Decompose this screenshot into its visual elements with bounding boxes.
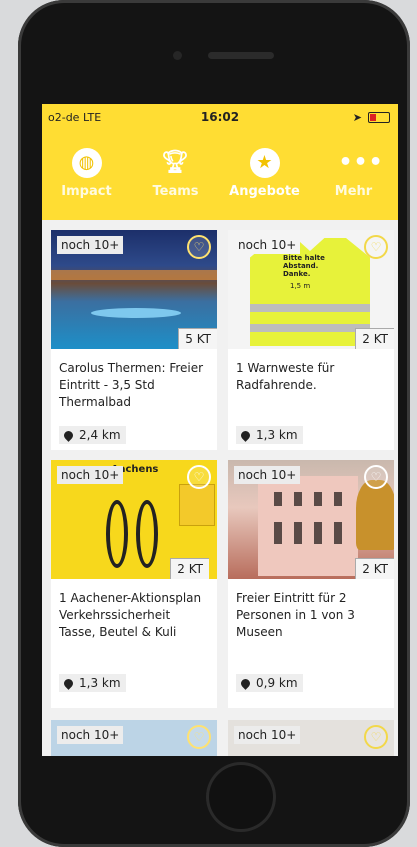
availability-badge: noch 10+ (234, 236, 301, 254)
price-badge: 2 KT (355, 328, 394, 349)
tab-label: Mehr (334, 184, 373, 199)
distance-tag: 2,4 km (59, 426, 126, 444)
app-screen: o2-de LTE 16:02 ➤ ◍ Impact 🏆︎ Teams ★ An… (42, 104, 398, 756)
vest-text: Bitte halte Abstand. Danke. (283, 254, 325, 278)
offers-grid: noch 10+ ♡ 5 KT Carolus Thermen: Freier … (42, 220, 398, 756)
price-badge: 2 KT (170, 558, 209, 579)
favorite-heart-icon[interactable]: ♡ (364, 725, 388, 749)
location-pin-icon (62, 676, 75, 690)
favorite-heart-icon[interactable]: ♡ (364, 235, 388, 259)
distance-value: 0,9 km (256, 676, 298, 690)
location-pin-icon (62, 428, 75, 442)
availability-badge: noch 10+ (57, 726, 124, 744)
tab-mehr[interactable]: ••• Mehr (309, 140, 398, 218)
offer-card[interactable]: Bitte halte Abstand. Danke. 1,5 m noch 1… (228, 230, 394, 450)
tab-angebote[interactable]: ★ Angebote (220, 140, 309, 218)
favorite-heart-icon[interactable]: ♡ (187, 725, 211, 749)
trophy-icon: 🏆︎ (161, 150, 190, 175)
offer-title: 1 Aachener-Aktionsplan Verkehrssicherhei… (59, 591, 202, 639)
distance-tag: 0,9 km (236, 674, 303, 692)
tab-impact[interactable]: ◍ Impact (42, 140, 131, 218)
location-pin-icon (239, 428, 252, 442)
earpiece-speaker (208, 52, 274, 59)
offer-card[interactable]: noch 10+ ♡ 5 KT Carolus Thermen: Freier … (51, 230, 217, 450)
offer-title: 1 Warnweste für Radfahrende. (236, 361, 335, 392)
price-badge: 5 KT (178, 328, 217, 349)
front-camera (173, 51, 182, 60)
favorite-heart-icon[interactable]: ♡ (187, 235, 211, 259)
tab-label: Angebote (229, 184, 300, 199)
distance-value: 1,3 km (79, 676, 121, 690)
tab-label: Impact (61, 184, 112, 199)
availability-badge: noch 10+ (234, 726, 301, 744)
vest-distance-text: 1,5 m (290, 282, 311, 290)
battery-icon (368, 112, 390, 123)
offer-title: Carolus Thermen: Freier Eintritt - 3,5 S… (59, 361, 204, 409)
status-bar: o2-de LTE 16:02 ➤ (42, 104, 398, 130)
availability-badge: noch 10+ (57, 466, 124, 484)
distance-tag: 1,3 km (59, 674, 126, 692)
location-arrow-icon: ➤ (352, 111, 362, 124)
location-pin-icon (239, 676, 252, 690)
distance-value: 2,4 km (79, 428, 121, 442)
price-badge: 2 KT (355, 558, 394, 579)
tab-label: Teams (152, 184, 199, 199)
availability-badge: noch 10+ (57, 236, 124, 254)
offer-card[interactable]: noch 10+ ♡ (228, 720, 394, 756)
offer-card[interactable]: noch 10+ ♡ 2 KT Freier Eintritt für 2 Pe… (228, 460, 394, 708)
offer-card[interactable]: Aachens noch 10+ ♡ 2 KT 1 Aachener-Aktio… (51, 460, 217, 708)
globe-icon: ◍ (71, 148, 102, 178)
offer-card[interactable]: noch 10+ ♡ (51, 720, 217, 756)
availability-badge: noch 10+ (234, 466, 301, 484)
home-button[interactable] (206, 762, 276, 832)
distance-value: 1,3 km (256, 428, 298, 442)
offer-title: Freier Eintritt für 2 Personen in 1 von … (236, 591, 355, 639)
favorite-heart-icon[interactable]: ♡ (187, 465, 211, 489)
tab-teams[interactable]: 🏆︎ Teams (131, 140, 220, 218)
distance-tag: 1,3 km (236, 426, 303, 444)
clock: 16:02 (200, 110, 240, 124)
phone-frame: o2-de LTE 16:02 ➤ ◍ Impact 🏆︎ Teams ★ An… (18, 0, 410, 847)
favorite-heart-icon[interactable]: ♡ (364, 465, 388, 489)
more-dots-icon: ••• (338, 150, 384, 175)
star-icon: ★ (249, 148, 280, 178)
top-navigation: ◍ Impact 🏆︎ Teams ★ Angebote ••• Mehr (42, 140, 398, 218)
